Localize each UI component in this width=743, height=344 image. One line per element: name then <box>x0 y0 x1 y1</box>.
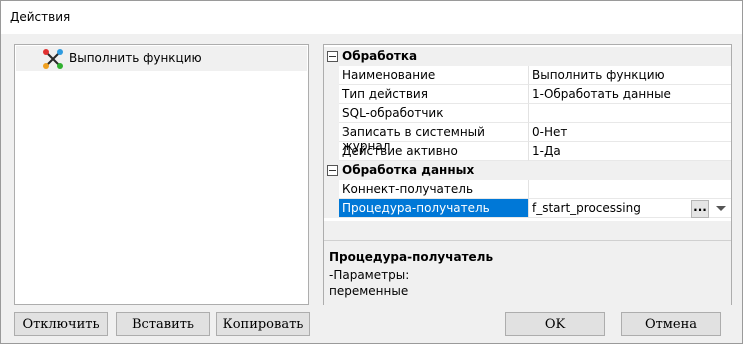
property-row-target-procedure[interactable]: Процедура-получатель f_start_processing … <box>324 199 731 218</box>
dialog-window: Действия Выполнить функцию Обработка Наи <box>0 0 743 344</box>
category-label: Обработка данных <box>342 163 475 177</box>
actions-tree[interactable]: Выполнить функцию <box>14 44 309 305</box>
description-line: -Параметры: <box>329 268 410 282</box>
cancel-button[interactable]: Отмена <box>621 312 721 336</box>
collapse-icon[interactable] <box>327 51 338 62</box>
property-grid-panel: Обработка Наименование Выполнить функцию… <box>323 44 732 305</box>
property-row-action-active[interactable]: Действие активно 1-Да <box>324 142 731 161</box>
property-value-text: 1-Да <box>532 144 561 158</box>
tree-item-execute-function[interactable]: Выполнить функцию <box>16 46 307 71</box>
property-value-text: 0-Нет <box>532 125 568 139</box>
property-value[interactable]: f_start_processing ... <box>529 199 731 218</box>
chevron-down-icon[interactable] <box>716 206 726 211</box>
property-name: Записать в системный журнал <box>339 123 529 153</box>
property-row-system-log[interactable]: Записать в системный журнал 0-Нет <box>324 123 731 153</box>
title-bar: Действия <box>1 1 742 34</box>
property-name: Наименование <box>339 66 529 85</box>
property-name: Коннект-получатель <box>339 180 529 199</box>
row-gutter <box>324 180 339 199</box>
disable-button[interactable]: Отключить <box>14 312 108 336</box>
category-data-processing: Обработка данных <box>324 161 731 180</box>
collapse-icon[interactable] <box>327 165 338 176</box>
property-name-text: Коннект-получатель <box>342 182 474 196</box>
property-name: Действие активно <box>339 142 529 161</box>
property-name-text: Тип действия <box>342 87 428 101</box>
description-line: переменные <box>329 284 409 298</box>
category-label: Обработка <box>342 49 418 63</box>
description-panel: Процедура-получатель -Параметры: перемен… <box>324 240 731 305</box>
row-gutter <box>324 104 339 123</box>
property-name: Тип действия <box>339 85 529 104</box>
property-row-action-type[interactable]: Тип действия 1-Обработать данные <box>324 85 731 104</box>
property-name: SQL-обработчик <box>339 104 529 123</box>
property-name-text: Процедура-получатель <box>342 201 490 215</box>
property-name-text: Наименование <box>342 68 436 82</box>
property-row-sql-handler[interactable]: SQL-обработчик <box>324 104 731 123</box>
property-value[interactable] <box>529 180 731 199</box>
property-value-text: 1-Обработать данные <box>532 87 671 101</box>
function-node-icon <box>43 49 63 69</box>
property-name: Процедура-получатель <box>339 199 529 218</box>
property-value[interactable]: Выполнить функцию <box>529 66 731 85</box>
row-gutter <box>324 85 339 104</box>
ellipsis-button[interactable]: ... <box>691 200 709 218</box>
property-value-text: Выполнить функцию <box>532 68 665 82</box>
copy-button[interactable]: Копировать <box>216 312 310 336</box>
insert-button[interactable]: Вставить <box>116 312 210 336</box>
property-grid: Обработка Наименование Выполнить функцию… <box>324 45 731 221</box>
row-gutter <box>324 123 339 142</box>
ok-button[interactable]: OK <box>505 312 605 336</box>
property-value[interactable]: 1-Да <box>529 142 731 161</box>
property-row-name[interactable]: Наименование Выполнить функцию <box>324 66 731 85</box>
property-value[interactable]: 1-Обработать данные <box>529 85 731 104</box>
property-value[interactable]: 0-Нет <box>529 123 731 142</box>
property-name-text: SQL-обработчик <box>342 106 444 120</box>
category-processing: Обработка <box>324 47 731 66</box>
property-value[interactable] <box>529 104 731 123</box>
row-gutter <box>324 142 339 161</box>
description-title: Процедура-получатель <box>329 250 494 264</box>
property-value-text: f_start_processing <box>532 201 641 215</box>
window-title: Действия <box>10 10 71 24</box>
row-gutter <box>324 66 339 85</box>
tree-item-label: Выполнить функцию <box>69 51 202 65</box>
property-row-target-connect[interactable]: Коннект-получатель <box>324 180 731 199</box>
property-name-text: Действие активно <box>342 144 458 158</box>
row-gutter <box>324 199 339 218</box>
